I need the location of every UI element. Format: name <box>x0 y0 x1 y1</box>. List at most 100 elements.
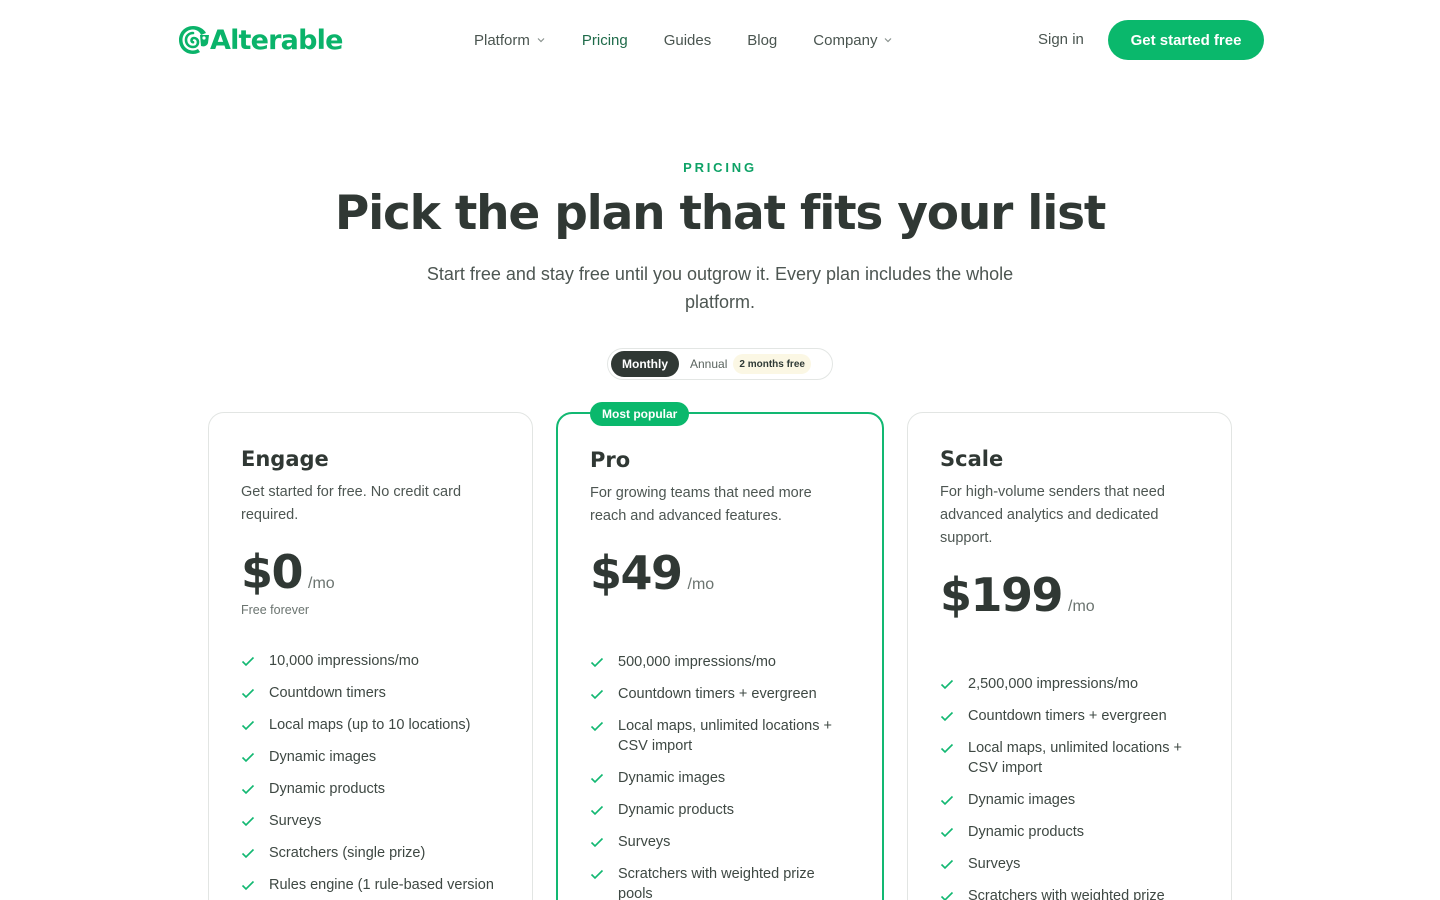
check-icon <box>590 805 604 816</box>
feature-item: Scratchers with weighted prize pools <box>590 864 850 900</box>
check-icon <box>940 891 954 900</box>
check-icon <box>241 784 255 795</box>
feature-text: Scratchers with weighted prize pools <box>618 866 815 900</box>
check-icon <box>940 859 954 870</box>
check-icon <box>241 656 255 667</box>
feature-item: Countdown timers <box>241 683 501 703</box>
check-icon <box>590 869 604 880</box>
nav-guides[interactable]: Guides <box>664 29 712 51</box>
feature-text: Dynamic images <box>269 749 377 765</box>
check-icon <box>241 880 255 891</box>
feature-item: Countdown timers + evergreen <box>940 706 1200 726</box>
feature-item: Countdown timers + evergreen <box>590 684 850 704</box>
feature-text: Countdown timers + evergreen <box>618 686 817 702</box>
feature-text: Local maps (up to 10 locations) <box>269 717 471 733</box>
price-row: $0 /mo <box>241 545 335 599</box>
brand-name: Alterable <box>210 24 343 56</box>
feature-item: Local maps (up to 10 locations) <box>241 715 501 735</box>
feature-item: Dynamic products <box>940 822 1200 842</box>
feature-text: Countdown timers <box>269 685 386 701</box>
site-header: Alterable Platform Pricing Guides Blog C… <box>0 0 1440 80</box>
plan-name: Engage <box>241 447 329 471</box>
nav-blog[interactable]: Blog <box>747 29 777 51</box>
plan-name: Pro <box>590 448 631 472</box>
sign-in-link[interactable]: Sign in <box>1038 31 1084 48</box>
price-period: /mo <box>687 576 715 593</box>
chameleon-icon <box>179 26 209 54</box>
feature-text: Dynamic products <box>618 802 735 818</box>
feature-item: 500,000 impressions/mo <box>590 652 850 672</box>
feature-text: Surveys <box>968 856 1021 872</box>
feature-list: 10,000 impressions/mo Countdown timers L… <box>241 651 501 900</box>
feature-item: Scratchers (single prize) <box>241 843 501 863</box>
nav-platform[interactable]: Platform <box>474 29 546 51</box>
feature-text: Scratchers with weighted prize <box>968 888 1165 900</box>
price-note: Free forever <box>241 603 310 617</box>
page-subtitle: Start free and stay free until you outgr… <box>426 264 1014 312</box>
plan-description: For growing teams that need more reach a… <box>590 485 812 524</box>
price-row: $49 /mo <box>590 546 714 600</box>
plan-card-scale: Scale For high-volume senders that need … <box>907 412 1232 900</box>
page-title: Pick the plan that fits your list <box>334 186 1107 241</box>
plan-name: Scale <box>940 447 1004 471</box>
feature-text: 10,000 impressions/mo <box>269 653 419 669</box>
nav-blog-label: Blog <box>747 31 778 49</box>
feature-text: 2,500,000 impressions/mo <box>968 676 1139 692</box>
feature-item: Surveys <box>241 811 501 831</box>
feature-list: 2,500,000 impressions/mo Countdown timer… <box>940 674 1200 900</box>
check-icon <box>940 679 954 690</box>
price-row: $199 /mo <box>940 568 1095 622</box>
nav-pricing-label: Pricing <box>581 31 628 49</box>
nav-platform-label: Platform <box>474 31 530 49</box>
feature-item: 2,500,000 impressions/mo <box>940 674 1200 694</box>
billing-monthly-option[interactable]: Monthly <box>611 351 679 377</box>
logo[interactable]: Alterable <box>176 22 343 58</box>
plan-price: $199 <box>940 568 1064 622</box>
nav-guides-label: Guides <box>663 31 712 49</box>
price-period: /mo <box>308 575 335 592</box>
nav-company-label: Company <box>813 31 878 49</box>
check-icon <box>590 837 604 848</box>
most-popular-badge: Most popular <box>590 402 690 426</box>
feature-item: Local maps, unlimited locations + CSV im… <box>590 716 850 756</box>
check-icon <box>590 689 604 700</box>
feature-text: Dynamic images <box>968 792 1076 808</box>
feature-text: Dynamic products <box>269 781 386 797</box>
check-icon <box>940 743 954 754</box>
feature-item: Scratchers with weighted prize <box>940 886 1200 900</box>
check-icon <box>590 721 604 732</box>
plan-description: Get started for free. No credit card req… <box>241 484 462 523</box>
feature-text: Dynamic products <box>968 824 1085 840</box>
feature-item: Surveys <box>590 832 850 852</box>
billing-toggle: Monthly Annual 2 months free <box>607 348 833 380</box>
chevron-down-icon <box>885 38 892 43</box>
feature-text: Rules engine (1 rule-based version <box>269 877 494 893</box>
get-started-button[interactable]: Get started free <box>1108 20 1264 60</box>
plan-card-engage: Engage Get started for free. No credit c… <box>208 412 533 900</box>
feature-text: Countdown timers + evergreen <box>968 708 1167 724</box>
check-icon <box>241 848 255 859</box>
nav-company[interactable]: Company <box>813 29 893 51</box>
price-period: /mo <box>1068 598 1095 615</box>
nav-pricing[interactable]: Pricing <box>582 29 628 51</box>
feature-text: 500,000 impressions/mo <box>618 654 776 670</box>
section-eyebrow: PRICING <box>683 160 757 175</box>
check-icon <box>590 773 604 784</box>
annual-discount-badge: 2 months free <box>733 354 811 374</box>
feature-text: Local maps, unlimited locations + CSV im… <box>968 740 1182 776</box>
feature-list: 500,000 impressions/mo Countdown timers … <box>590 652 850 900</box>
plan-price: $0 <box>241 545 304 599</box>
plan-card-pro: Most popular Pro For growing teams that … <box>556 402 884 900</box>
check-icon <box>241 688 255 699</box>
feature-item: Local maps, unlimited locations + CSV im… <box>940 738 1200 778</box>
check-icon <box>940 795 954 806</box>
check-icon <box>940 711 954 722</box>
feature-text: Local maps, unlimited locations + CSV im… <box>618 718 832 754</box>
feature-item: Dynamic products <box>590 800 850 820</box>
check-icon <box>590 657 604 668</box>
feature-text: Scratchers (single prize) <box>269 845 426 861</box>
main-nav: Platform Pricing Guides Blog Company <box>474 29 929 51</box>
feature-item: 10,000 impressions/mo <box>241 651 501 671</box>
feature-item: Rules engine (1 rule-based version <box>241 875 501 895</box>
billing-annual-option[interactable]: Annual <box>690 357 727 371</box>
